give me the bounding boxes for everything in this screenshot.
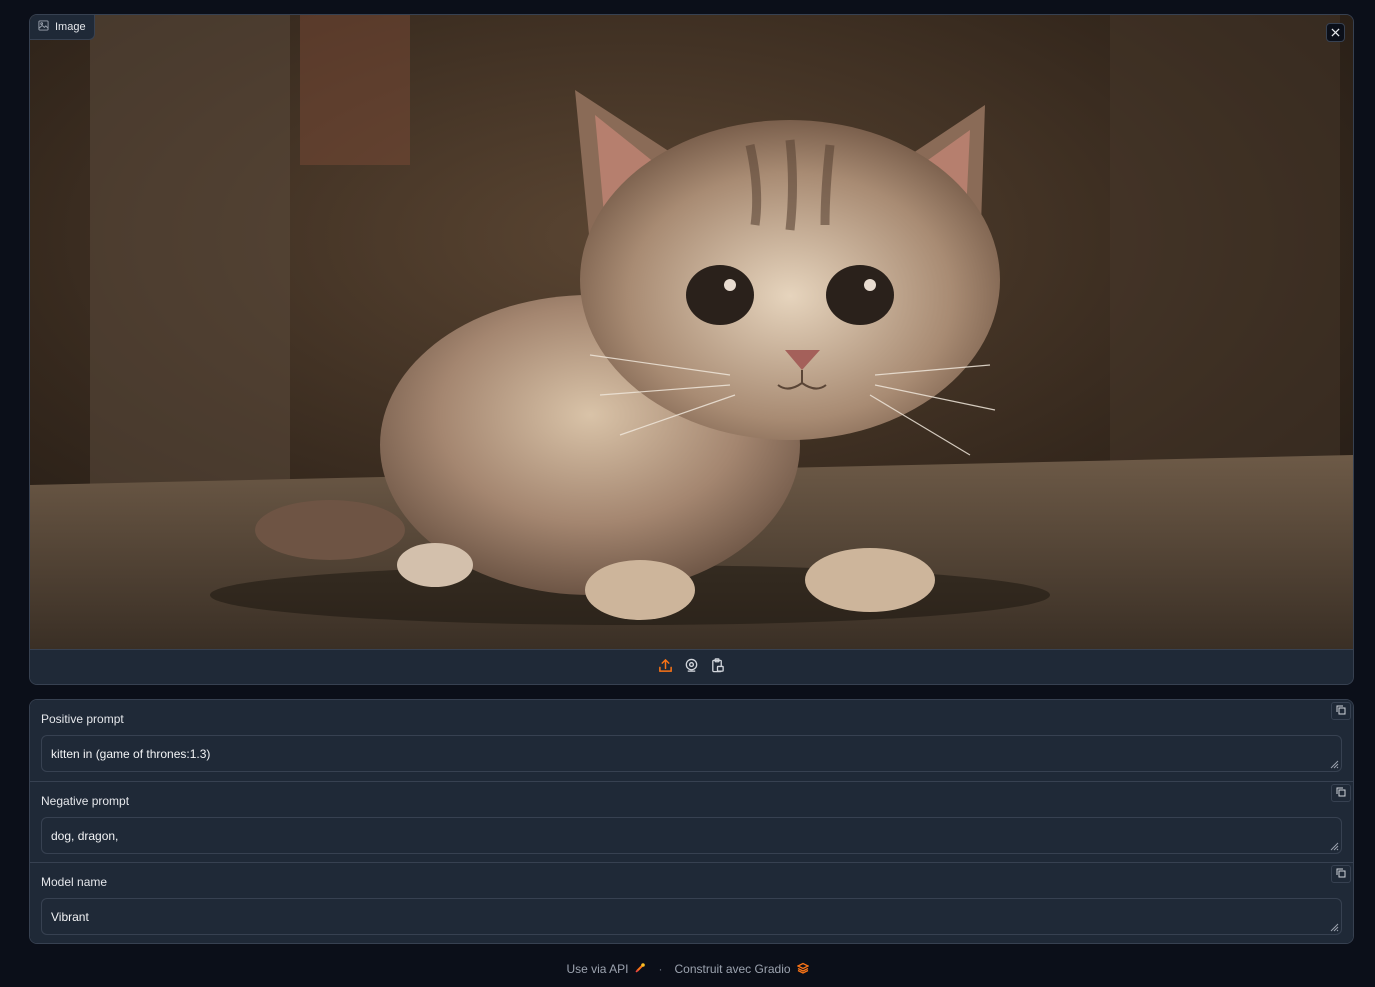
positive-prompt-label: Positive prompt bbox=[41, 712, 124, 726]
clipboard-icon bbox=[710, 657, 725, 678]
model-name-value: Vibrant bbox=[51, 909, 89, 924]
model-name-input[interactable]: Vibrant bbox=[41, 898, 1342, 935]
upload-icon bbox=[658, 658, 673, 678]
resize-grip-icon[interactable] bbox=[1329, 759, 1339, 769]
built-with-gradio-label: Construit avec Gradio bbox=[674, 962, 791, 976]
image-input-block[interactable]: Image bbox=[29, 14, 1354, 685]
copy-icon bbox=[1336, 784, 1346, 802]
positive-prompt-input[interactable]: kitten in (game of thrones:1.3) bbox=[41, 735, 1342, 772]
model-name-field: Model name Vibrant bbox=[30, 862, 1353, 943]
image-source-toolbar bbox=[30, 649, 1353, 684]
negative-prompt-field: Negative prompt dog, dragon, bbox=[30, 781, 1353, 862]
model-name-label: Model name bbox=[41, 875, 108, 889]
kitten-photo bbox=[30, 15, 1353, 649]
gradio-logo-icon bbox=[796, 962, 810, 977]
copy-negative-prompt-button[interactable] bbox=[1331, 784, 1351, 802]
clipboard-source-button[interactable] bbox=[710, 657, 726, 678]
rocket-icon bbox=[634, 962, 646, 977]
footer: Use via API · Construit avec Gradio bbox=[0, 958, 1375, 980]
upload-source-button[interactable] bbox=[658, 658, 674, 678]
copy-model-name-button[interactable] bbox=[1331, 865, 1351, 883]
use-via-api-label: Use via API bbox=[566, 962, 629, 976]
image-label-text: Image bbox=[55, 21, 86, 33]
prompt-form: Positive prompt kitten in (game of thron… bbox=[29, 699, 1354, 944]
resize-grip-icon[interactable] bbox=[1329, 922, 1339, 932]
image-block-label: Image bbox=[30, 15, 95, 40]
footer-separator: · bbox=[658, 962, 663, 976]
positive-prompt-field: Positive prompt kitten in (game of thron… bbox=[30, 700, 1353, 781]
clear-image-button[interactable] bbox=[1326, 23, 1345, 42]
positive-prompt-value: kitten in (game of thrones:1.3) bbox=[51, 746, 211, 761]
copy-icon bbox=[1336, 702, 1346, 720]
image-icon bbox=[38, 20, 49, 34]
copy-icon bbox=[1336, 865, 1346, 883]
negative-prompt-value: dog, dragon, bbox=[51, 828, 119, 843]
copy-positive-prompt-button[interactable] bbox=[1331, 702, 1351, 720]
built-with-gradio-link[interactable]: Construit avec Gradio bbox=[674, 962, 810, 977]
negative-prompt-input[interactable]: dog, dragon, bbox=[41, 817, 1342, 854]
use-via-api-link[interactable]: Use via API bbox=[566, 962, 646, 977]
close-icon bbox=[1331, 24, 1340, 42]
webcam-source-button[interactable] bbox=[684, 658, 700, 678]
negative-prompt-label: Negative prompt bbox=[41, 794, 130, 808]
webcam-icon bbox=[684, 658, 699, 678]
resize-grip-icon[interactable] bbox=[1329, 841, 1339, 851]
